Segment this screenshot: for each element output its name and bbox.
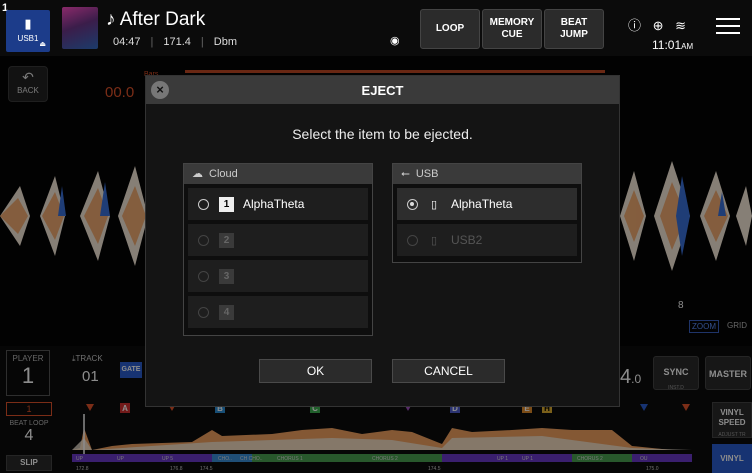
info-icon[interactable]: ⓘ (628, 18, 641, 33)
item-label: USB2 (451, 233, 483, 247)
cloud-item-4: 4 (188, 296, 368, 328)
usb-drive-icon: ▯ (430, 234, 438, 247)
slot-badge: 3 (219, 268, 234, 284)
item-label: AlphaTheta (451, 197, 513, 211)
track-time: 04:47 (113, 36, 141, 48)
usb-item-1[interactable]: ▯ AlphaTheta (397, 188, 577, 220)
dialog-title: EJECT (361, 83, 404, 98)
radio-button[interactable] (198, 198, 209, 210)
slot-badge: 2 (219, 232, 234, 248)
beat-jump-button[interactable]: BEAT JUMP (544, 9, 604, 49)
cloud-item-3: 3 (188, 260, 368, 292)
slot-badge: 4 (219, 304, 234, 320)
usb-panel: ⭠ USB ▯ AlphaTheta ▯ USB2 (392, 163, 582, 263)
track-bpm: 171.4 (163, 36, 191, 48)
radio-button (198, 306, 209, 318)
source-button[interactable]: ▮ USB1 ⏏ (6, 10, 50, 52)
radio-button (198, 270, 209, 282)
track-key: Dbm (213, 36, 238, 48)
cloud-item-1[interactable]: 1 AlphaTheta (188, 188, 368, 220)
meta-divider: | (200, 36, 204, 48)
dialog-prompt: Select the item to be ejected. (292, 126, 473, 142)
usb-icon: ▮ (24, 16, 32, 31)
album-artwork (62, 7, 98, 49)
clock: 11:01AM (652, 38, 693, 52)
cloud-panel: ☁ Cloud 1 AlphaTheta 2 3 4 (183, 163, 373, 336)
globe-icon: ⊕ (652, 18, 664, 33)
item-label: AlphaTheta (243, 197, 305, 211)
cloud-icon: ☁ (192, 168, 203, 180)
clock-suffix: AM (681, 42, 694, 51)
radio-button (407, 234, 418, 246)
ok-button[interactable]: OK (259, 359, 372, 383)
usb-item-2: ▯ USB2 (397, 224, 577, 256)
usb-symbol-icon: ⭠ (401, 168, 410, 180)
status-icons: ⓘ ⊕ ≋ (628, 15, 694, 34)
cancel-button[interactable]: CANCEL (392, 359, 505, 383)
eject-icon: ⏏ (39, 41, 46, 48)
slot-badge: 1 (219, 196, 234, 212)
menu-icon[interactable] (716, 18, 740, 39)
cloud-item-2: 2 (188, 224, 368, 256)
clock-time: 11:01 (652, 38, 682, 52)
top-bar: 1 ▮ USB1 ⏏ ♪ After Dark 04:47 | 171.4 | Dbm … (0, 0, 752, 56)
eject-dialog: × EJECT Select the item to be ejected. ☁… (145, 75, 620, 407)
usb-panel-header: ⭠ USB (393, 164, 581, 184)
memory-cue-button[interactable]: MEMORY CUE (482, 9, 542, 49)
track-title: ♪ After Dark (106, 9, 205, 31)
usb-drive-icon: ▯ (430, 198, 438, 211)
cloud-panel-header: ☁ Cloud (184, 164, 372, 184)
music-note-icon: ♪ (106, 9, 116, 30)
usb-heading: USB (415, 168, 439, 180)
loop-button[interactable]: LOOP (420, 9, 480, 49)
eye-icon[interactable]: ◉ (390, 34, 400, 47)
radio-button (198, 234, 209, 246)
meta-divider: | (150, 36, 154, 48)
wifi-icon: ≋ (675, 18, 687, 33)
dialog-header: × EJECT (146, 76, 619, 104)
track-title-text: After Dark (119, 9, 206, 30)
track-meta: 04:47 | 171.4 | Dbm (113, 36, 247, 48)
cloud-heading: Cloud (209, 168, 238, 180)
radio-button[interactable] (407, 198, 418, 210)
